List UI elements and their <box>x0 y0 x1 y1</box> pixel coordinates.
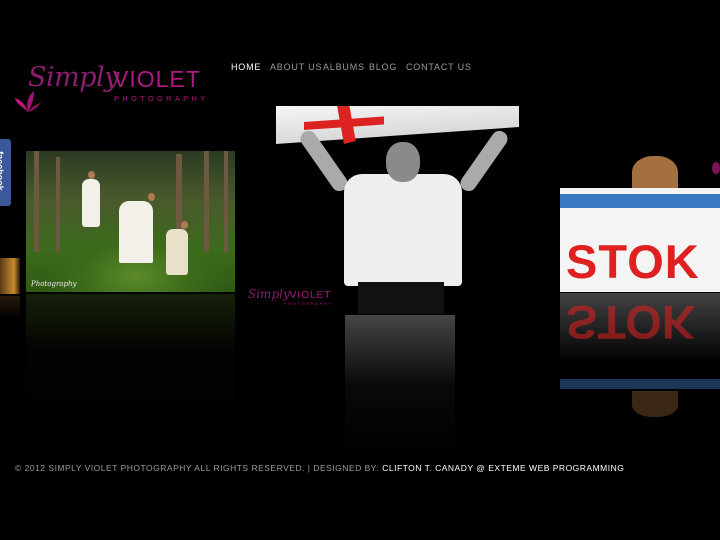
person-pants <box>358 282 444 314</box>
person-head <box>181 221 188 229</box>
facebook-tab-label: facebook <box>0 151 5 191</box>
tree-trunk <box>56 157 60 252</box>
photo-reflection: STOK <box>560 293 720 423</box>
nav-albums[interactable]: ALBUMS <box>323 62 365 72</box>
tree-trunk <box>224 151 228 252</box>
nav-blog[interactable]: BLOG <box>369 62 397 72</box>
photo-watermark: SimplyVIOLET PHOTOGRAPHY <box>248 285 333 306</box>
gallery-photo-england-fan[interactable] <box>276 106 519 314</box>
nav-home[interactable]: HOME <box>231 62 261 72</box>
gallery-photo-stoke-fan[interactable]: STOK <box>560 156 720 292</box>
site-footer: © 2012 SIMPLY VIOLET PHOTOGRAPHY ALL RIG… <box>15 463 624 473</box>
footer-designer-credit[interactable]: CLIFTON T. CANADY @ EXTEME WEB PROGRAMMI… <box>382 463 624 473</box>
person-face <box>386 142 420 182</box>
photo-watermark: Photography <box>31 280 77 288</box>
person-shirt <box>344 174 462 286</box>
tree-trunk <box>204 151 209 252</box>
facebook-tab[interactable]: facebook <box>0 139 11 206</box>
nav-contact-us[interactable]: CONTACT US <box>406 62 472 72</box>
site-logo[interactable]: Simply VIOLET PHOTOGRAPHY <box>14 62 214 120</box>
sign-text-reflection: STOK <box>566 296 696 349</box>
sign-text: STOK <box>566 235 700 288</box>
watermark-script: Simply <box>248 287 290 301</box>
partial-logo-mark <box>712 162 720 174</box>
logo-subtitle: PHOTOGRAPHY <box>114 94 209 103</box>
person-figure <box>82 179 100 227</box>
watermark-word: VIOLET <box>289 290 332 301</box>
person-head <box>88 171 95 179</box>
logo-word-text: VIOLET <box>113 66 201 92</box>
sign-stripe-reflection <box>560 379 720 389</box>
person-arm <box>457 127 511 195</box>
flower-icon <box>15 91 41 112</box>
footer-copyright: © 2012 SIMPLY VIOLET PHOTOGRAPHY ALL RIG… <box>15 463 380 473</box>
sign-stripe <box>560 194 720 208</box>
photo-reflection <box>345 315 455 455</box>
gallery-photo-bridesmaids[interactable]: Photography <box>26 151 235 292</box>
person-figure <box>119 201 153 263</box>
partial-photo-left-reflection <box>0 296 20 318</box>
sign-board: STOK <box>560 188 720 292</box>
person-figure <box>166 229 188 275</box>
tree-trunk <box>34 151 39 252</box>
person-face <box>632 156 678 192</box>
person-face-reflection <box>632 391 678 417</box>
partial-photo-left <box>0 258 20 294</box>
photo-reflection <box>26 294 235 430</box>
person-head <box>148 193 155 201</box>
nav-about-us[interactable]: ABOUT US <box>270 62 322 72</box>
watermark-subtitle: PHOTOGRAPHY <box>284 301 333 306</box>
